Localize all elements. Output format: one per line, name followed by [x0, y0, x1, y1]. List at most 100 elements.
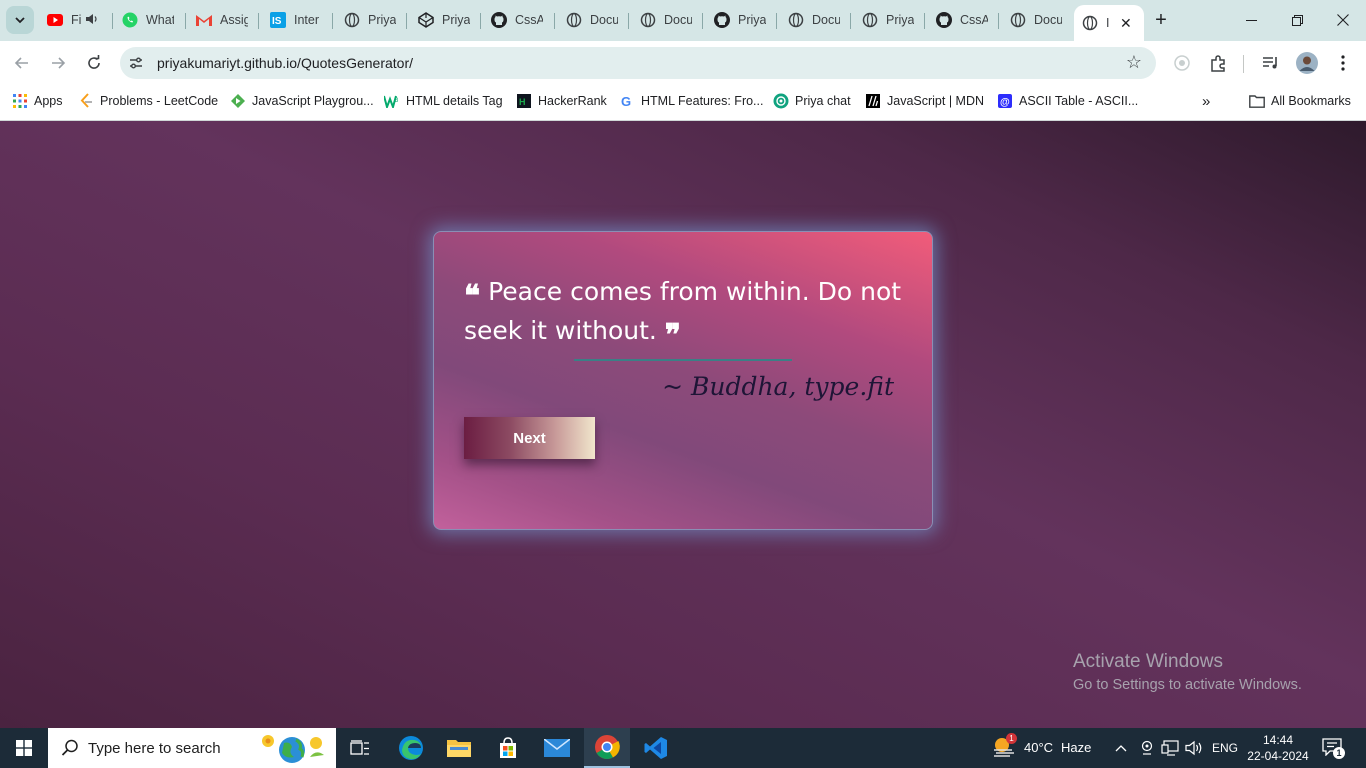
taskbar-file-explorer[interactable]: [436, 728, 482, 768]
tab-title: I: [1106, 16, 1110, 30]
notifications-button[interactable]: 1: [1322, 728, 1345, 768]
taskbar-search-box[interactable]: Type here to search: [48, 728, 336, 768]
bookmark-star-icon[interactable]: ☆: [1126, 52, 1142, 73]
gmail-icon: [196, 12, 212, 28]
open-quote-icon: ❝: [464, 279, 481, 314]
language-indicator[interactable]: ENG: [1212, 728, 1238, 768]
tab-docu-2[interactable]: Docu: [640, 6, 692, 34]
bookmark-apps[interactable]: Apps: [12, 92, 63, 110]
tab-gmail[interactable]: Assig: [196, 6, 248, 34]
tab-title: Priya: [442, 13, 470, 27]
store-icon: [500, 737, 516, 758]
bookmark-mdn[interactable]: JavaScript | MDN: [865, 92, 984, 110]
volume-tray[interactable]: [1185, 728, 1203, 768]
url-text[interactable]: priyakumariyt.github.io/QuotesGenerator/: [157, 55, 413, 71]
activate-windows-watermark: Activate Windows Go to Settings to activ…: [1073, 651, 1302, 693]
taskbar-mail[interactable]: [534, 728, 580, 768]
quote-block: ❝ Peace comes from within. Do not seek i…: [464, 272, 909, 351]
all-bookmarks-label: All Bookmarks: [1271, 94, 1351, 108]
network-tray[interactable]: [1161, 728, 1179, 768]
weather-haze-icon: 1: [992, 733, 1017, 758]
forward-button[interactable]: [44, 49, 72, 77]
tab-title: Docu: [664, 13, 692, 27]
tab-docu-3[interactable]: Docu: [788, 6, 840, 34]
close-icon: [1337, 14, 1349, 26]
weather-temperature: 40°C: [1024, 739, 1054, 755]
profile-avatar[interactable]: [1295, 51, 1319, 75]
bookmark-ascii-table[interactable]: @ ASCII Table - ASCII...: [997, 92, 1138, 110]
quote-text: Peace comes from within. Do not seek it …: [464, 277, 902, 345]
address-bar[interactable]: priyakumariyt.github.io/QuotesGenerator/…: [120, 47, 1156, 79]
speaker-icon: [85, 13, 99, 28]
tab-priya-1[interactable]: Priya: [344, 6, 396, 34]
restore-icon: [1291, 14, 1303, 26]
bookmark-html-features[interactable]: G HTML Features: Fro...: [619, 92, 763, 110]
taskbar-edge[interactable]: [388, 728, 434, 768]
tab-search-button[interactable]: [6, 6, 34, 34]
close-tab-icon[interactable]: ✕: [1120, 15, 1132, 32]
taskbar-store[interactable]: [485, 728, 531, 768]
back-button[interactable]: [8, 49, 36, 77]
taskbar-clock[interactable]: 14:44 22-04-2024: [1246, 732, 1310, 764]
double-chevron-icon: »: [1202, 92, 1211, 110]
tab-title: Docu: [1034, 13, 1062, 27]
search-placeholder: Type here to search: [88, 740, 221, 757]
tab-internshala[interactable]: IS Inter: [270, 6, 322, 34]
chatgpt-icon: [773, 93, 789, 109]
bookmark-html-details[interactable]: 3 HTML details Tag: [384, 92, 503, 110]
taskbar-vscode[interactable]: [633, 728, 679, 768]
windows-taskbar: Type here to search 1 40°C Haze ENG 14:4…: [0, 728, 1366, 768]
weather-description: Haze: [1061, 739, 1092, 755]
meet-now-tray[interactable]: [1139, 728, 1155, 768]
leetcode-icon: [78, 93, 94, 109]
tab-docu-1[interactable]: Docu: [566, 6, 618, 34]
internshala-icon: IS: [270, 12, 286, 28]
new-tab-button[interactable]: +: [1150, 9, 1172, 31]
bookmark-leetcode[interactable]: Problems - LeetCode: [78, 92, 218, 110]
globe-icon: [788, 12, 804, 28]
start-button[interactable]: [0, 728, 48, 768]
tab-cssa-2[interactable]: CssA: [936, 6, 988, 34]
show-hidden-icons-button[interactable]: [1115, 728, 1127, 768]
next-quote-button[interactable]: Next: [464, 417, 595, 459]
hackerrank-icon: H: [516, 93, 532, 109]
chevron-up-icon: [1115, 745, 1127, 752]
notification-icon: 1: [1322, 738, 1345, 759]
minimize-button[interactable]: [1228, 0, 1274, 40]
folder-icon: [1249, 93, 1265, 109]
tab-title: What: [146, 13, 174, 27]
all-bookmarks-button[interactable]: All Bookmarks: [1249, 92, 1351, 110]
bookmark-hackerrank[interactable]: H HackerRank: [516, 92, 607, 110]
forward-arrow-icon: [52, 57, 66, 69]
bookmark-label: HTML Features: Fro...: [641, 94, 764, 108]
extension-faded-icon[interactable]: [1170, 51, 1194, 75]
tab-whatsapp[interactable]: What: [122, 6, 174, 34]
chrome-icon: [595, 735, 620, 760]
folder-explorer-icon: [447, 740, 471, 757]
close-window-button[interactable]: [1320, 0, 1366, 40]
tab-title: Priya: [886, 13, 914, 27]
tab-active[interactable]: I ✕: [1074, 5, 1144, 41]
tab-title: Assig: [220, 13, 248, 27]
tab-docu-4[interactable]: Docu: [1010, 6, 1062, 34]
task-view-button[interactable]: [337, 728, 383, 768]
more-bookmarks-button[interactable]: »: [1202, 92, 1210, 110]
reload-button[interactable]: [80, 49, 108, 77]
extensions-puzzle-icon[interactable]: [1206, 51, 1230, 75]
browser-menu-icon[interactable]: [1331, 51, 1355, 75]
restore-button[interactable]: [1274, 0, 1320, 40]
mdn-icon: [865, 93, 881, 109]
tab-codepen[interactable]: Priya: [418, 6, 470, 34]
tab-youtube[interactable]: Fi: [47, 6, 103, 34]
tab-priya-github[interactable]: Priya: [714, 6, 766, 34]
site-settings-icon[interactable]: [128, 55, 144, 71]
tab-priya-2[interactable]: Priya: [862, 6, 914, 34]
taskbar-chrome[interactable]: [584, 728, 630, 768]
media-control-icon[interactable]: [1259, 51, 1283, 75]
weather-widget[interactable]: 1 40°C Haze: [992, 733, 1092, 758]
tab-cssa-1[interactable]: CssA: [491, 6, 543, 34]
tab-title: CssA: [515, 13, 543, 27]
bookmark-js-playground[interactable]: JavaScript Playgrou...: [230, 92, 374, 110]
bookmark-priya-chat[interactable]: Priya chat: [773, 92, 851, 110]
search-icon: [60, 738, 80, 761]
